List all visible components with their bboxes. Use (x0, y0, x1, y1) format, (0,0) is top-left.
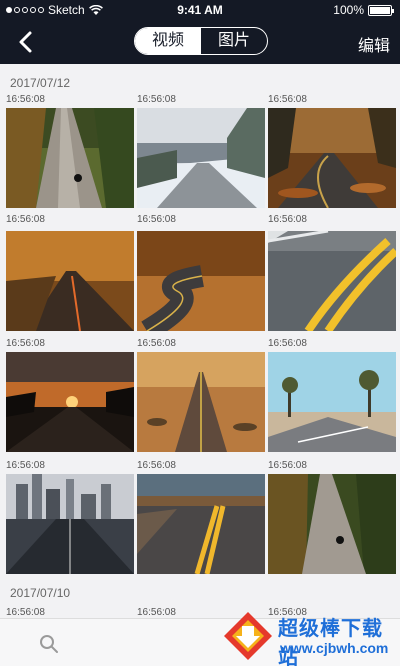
edit-button[interactable]: 编辑 (358, 32, 390, 56)
video-thumbnail[interactable] (268, 231, 396, 331)
watermark: 超级棒下载站 www.cjbwh.com (222, 608, 400, 666)
video-thumbnail[interactable] (6, 474, 134, 574)
thumb-time: 16:56:08 (137, 214, 176, 225)
thumb-time: 16:56:08 (6, 460, 45, 471)
date-header: 2017/07/10 (10, 586, 71, 600)
thumb-time: 16:56:08 (137, 607, 176, 618)
battery-percent: 100% (333, 3, 364, 17)
header: Sketch 9:41 AM 100% 视频 图片 编辑 (0, 0, 400, 64)
thumb-time: 16:56:08 (268, 214, 307, 225)
tab-video[interactable]: 视频 (135, 28, 201, 54)
video-thumbnail[interactable] (137, 231, 265, 331)
video-thumbnail[interactable] (268, 474, 396, 574)
video-thumbnail[interactable] (268, 108, 396, 208)
thumb-time: 16:56:08 (137, 94, 176, 105)
thumb-time: 16:56:08 (6, 94, 45, 105)
video-thumbnail[interactable] (6, 231, 134, 331)
app-screen: Sketch 9:41 AM 100% 视频 图片 编辑 2017/07/12 … (0, 0, 400, 666)
video-thumbnail[interactable] (268, 352, 396, 452)
video-thumbnail[interactable] (6, 352, 134, 452)
thumb-time: 16:56:08 (6, 338, 45, 349)
search-icon[interactable] (38, 633, 60, 655)
status-bar: Sketch 9:41 AM 100% (0, 0, 400, 20)
date-header: 2017/07/12 (10, 76, 71, 90)
thumb-time: 16:56:08 (6, 214, 45, 225)
watermark-url: www.cjbwh.com (280, 640, 389, 656)
media-grid: 2017/07/12 16:56:08 16:56:08 16:56:08 16… (0, 64, 400, 618)
nav-bar: 视频 图片 编辑 (0, 20, 400, 64)
video-thumbnail[interactable] (137, 108, 265, 208)
video-thumbnail[interactable] (137, 474, 265, 574)
back-arrow-icon[interactable] (14, 28, 38, 56)
video-thumbnail[interactable] (6, 108, 134, 208)
thumb-time: 16:56:08 (137, 338, 176, 349)
status-right: 100% (333, 3, 394, 17)
tab-photo[interactable]: 图片 (201, 28, 267, 54)
download-logo-icon (224, 612, 272, 660)
video-thumbnail[interactable] (137, 352, 265, 452)
thumb-time: 16:56:08 (268, 338, 307, 349)
watermark-title: 超级棒下载站 (278, 618, 383, 666)
thumb-time: 16:56:08 (6, 607, 45, 618)
thumb-time: 16:56:08 (137, 460, 176, 471)
media-type-segmented-control: 视频 图片 (134, 27, 268, 55)
battery-icon (368, 4, 394, 16)
thumb-time: 16:56:08 (268, 94, 307, 105)
thumb-time: 16:56:08 (268, 460, 307, 471)
